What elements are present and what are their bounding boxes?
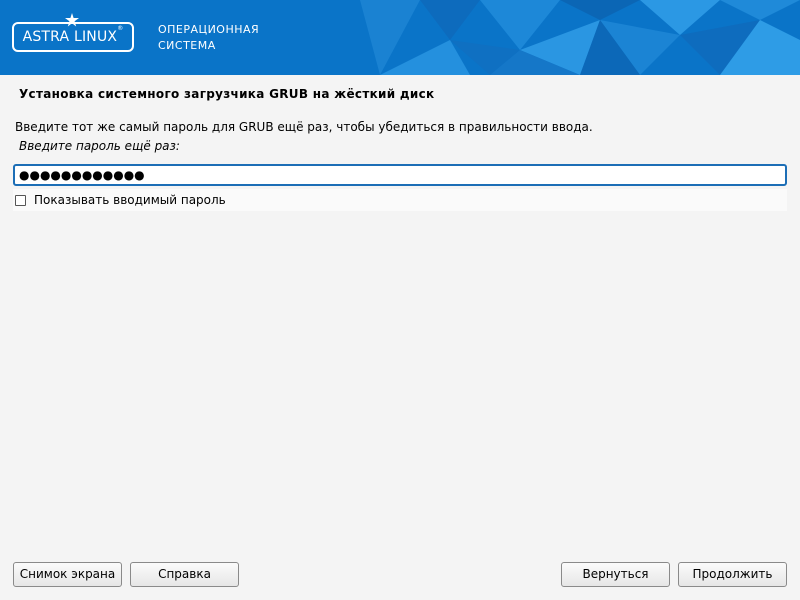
logo-text: ASTRA LINUX [22, 29, 118, 45]
os-label: ОПЕРАЦИОННАЯ СИСТЕМА [158, 22, 259, 54]
astra-linux-logo: ASTRA LINUX® [12, 22, 134, 52]
help-button[interactable]: Справка [130, 562, 239, 587]
description-text: Введите тот же самый пароль для GRUB ещё… [15, 120, 593, 134]
page-title: Установка системного загрузчика GRUB на … [19, 87, 435, 101]
logo-registered-mark: ® [117, 25, 124, 32]
os-label-line2: СИСТЕМА [158, 39, 216, 52]
password-confirm-input[interactable] [13, 164, 787, 186]
header-banner: ASTRA LINUX® ОПЕРАЦИОННАЯ СИСТЕМА [0, 0, 800, 75]
screenshot-button[interactable]: Снимок экрана [13, 562, 122, 587]
show-password-row[interactable]: Показывать вводимый пароль [13, 189, 787, 211]
continue-button[interactable]: Продолжить [678, 562, 787, 587]
show-password-checkbox[interactable] [15, 195, 26, 206]
back-button[interactable]: Вернуться [561, 562, 670, 587]
os-label-line1: ОПЕРАЦИОННАЯ [158, 23, 260, 36]
password-prompt: Введите пароль ещё раз: [19, 139, 180, 153]
show-password-label[interactable]: Показывать вводимый пароль [34, 193, 226, 207]
